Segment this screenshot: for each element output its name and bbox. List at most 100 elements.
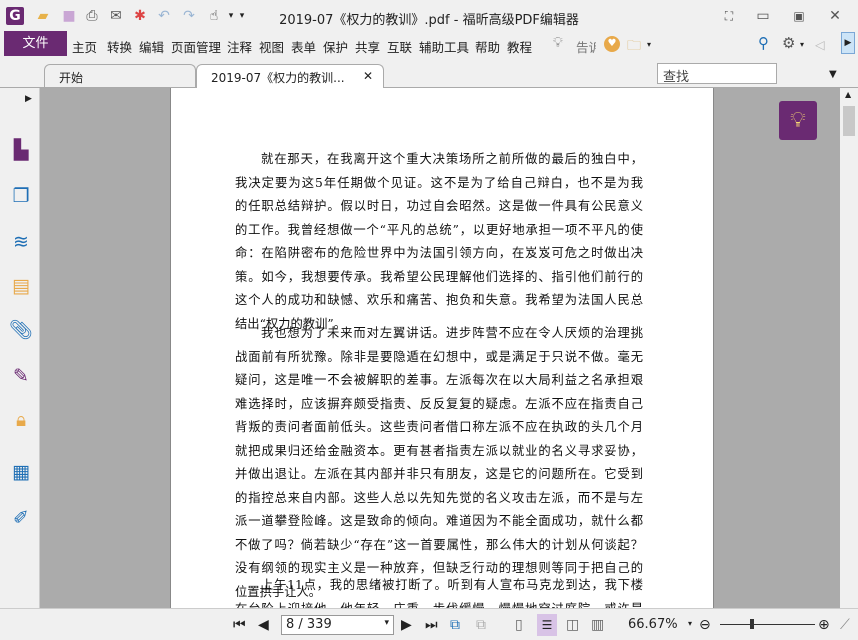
previous-view-icon[interactable]: ⧉ <box>450 617 460 633</box>
text-line: 不做了吗？倘若缺少“存在”这一首要属性，那么伟大的计划从何谈起？ <box>235 537 643 552</box>
email-icon[interactable]: ✉ <box>107 7 125 25</box>
save-icon[interactable]: ■ <box>60 7 78 25</box>
folder-search-icon[interactable]: 🗀︎ <box>627 35 641 59</box>
page-number-input[interactable]: 8 / 339 ▾ <box>281 615 394 635</box>
text-line: 我决定要为这5年任期做个见证。这不是为了给自己辩白，也不是为我 <box>235 175 643 190</box>
zoom-out-icon[interactable]: ⊖ <box>699 617 711 633</box>
text-line: 在台阶上迎接他。他年轻、庄重，步伐缓慢，慢慢地穿过庭院，或许是 <box>235 598 643 609</box>
settings-dropdown-icon[interactable]: ▾ <box>800 40 804 49</box>
tell-me-label[interactable]: 告诉 <box>576 37 596 56</box>
tab-document[interactable]: 2019-07《权力的教训... ✕ <box>196 64 384 89</box>
vertical-scrollbar[interactable]: ▲ <box>840 88 858 608</box>
menu-help[interactable]: 帮助 <box>475 37 500 56</box>
customize-quick-access-icon[interactable]: ▾ <box>233 7 251 25</box>
content-icon[interactable]: ▦ <box>9 460 33 484</box>
text-line: 策。如今，我想要传承。我希望公民理解他们选择的、指引他们前行的 <box>235 269 643 284</box>
security-lock-icon[interactable]: 🔒︎ <box>9 408 33 432</box>
title-bar: G ▰ ■ ⎙ ✉ ✱ ↶ ↷ ☝ ▾ ▾ 2019-07《权力的教训》.pdf… <box>0 0 858 31</box>
menu-form[interactable]: 表单 <box>291 37 316 56</box>
zoom-level[interactable]: 66.67% <box>628 617 678 632</box>
restore-button[interactable]: ▣ <box>790 7 808 25</box>
text-line: 疑问，这是唯一不会被解职的差事。左派每次在以大局利益之名承担艰 <box>235 373 643 387</box>
scroll-right-button[interactable]: ▶ <box>841 32 855 54</box>
file-menu[interactable]: 文件 <box>4 31 67 56</box>
last-page-icon[interactable]: ⏭ <box>425 617 438 633</box>
resize-grip-icon: ⟋ <box>840 617 850 633</box>
minimize-button[interactable]: ▭ <box>754 7 772 25</box>
scrollbar-thumb[interactable] <box>843 106 855 136</box>
tab-list-dropdown-icon[interactable]: ▼ <box>829 69 837 80</box>
app-logo-icon[interactable]: G <box>6 7 24 25</box>
pdf-page: 就在那天，在我离开这个重大决策场所之前所做的最后的独白中， 我决定要为这5年任期做… <box>170 88 714 608</box>
continuous-page-icon[interactable]: ☰ <box>537 614 557 636</box>
undo-icon[interactable]: ↶ <box>155 7 173 25</box>
text-line: 就在那天，在我离开这个重大决策场所之前所做的最后的独白中， <box>261 152 643 166</box>
text-line: 的指控总来自内部。这些人总以先知先觉的名义攻击左派，而不是与左 <box>235 490 643 505</box>
signature-icon[interactable]: ✎ <box>9 364 33 388</box>
next-page-icon[interactable]: ▶ <box>401 617 412 633</box>
folder-search-dropdown-icon[interactable]: ▾ <box>647 40 651 49</box>
navigation-panel: ▶ ▙ ❐ ≋ ▤ 📎︎ ✎ 🔒︎ ▦ ✐ <box>0 88 40 608</box>
menu-protect[interactable]: 保护 <box>323 37 348 56</box>
text-line: 背叛的责问者面前低头。这些责问者借口称左派不应在执政的头几个月 <box>235 420 643 434</box>
close-button[interactable]: ✕ <box>826 7 844 25</box>
text-line: 难选择时，应该摒弃颇受指责、反反复复的疑虑。左派不应在指责自己 <box>235 396 643 411</box>
zoom-slider-handle[interactable] <box>750 619 754 629</box>
continuous-facing-icon[interactable]: ▥ <box>591 617 604 633</box>
page-number: 8 / 339 <box>286 617 332 632</box>
zoom-slider[interactable] <box>720 624 815 625</box>
fullscreen-icon[interactable]: ⛶ <box>720 7 738 25</box>
bookmark-icon[interactable]: ▙ <box>9 138 33 162</box>
certificate-icon[interactable]: ✐ <box>9 506 33 530</box>
redo-icon[interactable]: ↷ <box>180 7 198 25</box>
page-thumbnails-icon[interactable]: ❐ <box>9 184 33 208</box>
facing-pages-icon[interactable]: ◫ <box>566 617 579 633</box>
menu-share[interactable]: 共享 <box>355 37 380 56</box>
text-line: 这个人的成功和缺憾、欢乐和痛苦、抱负和失意。我希望为法国人民总 <box>235 293 643 307</box>
menu-view[interactable]: 视图 <box>259 37 284 56</box>
document-viewer[interactable]: 就在那天，在我离开这个重大决策场所之前所做的最后的独白中， 我决定要为这5年任期做… <box>40 88 840 608</box>
close-tab-icon[interactable]: ✕ <box>363 69 373 83</box>
heart-icon[interactable]: ♥ <box>604 36 620 52</box>
gear-icon[interactable]: ⚙ <box>782 34 795 52</box>
text-line: 的工作。我曾经想做一个“平凡的总统”，以更好地承担一项不平凡的使 <box>235 222 643 237</box>
menu-accessibility[interactable]: 辅助工具 <box>419 37 469 56</box>
menu-connect[interactable]: 互联 <box>387 37 412 56</box>
paragraph-1: 就在那天，在我离开这个重大决策场所之前所做的最后的独白中， 我决定要为这5年任期做… <box>235 148 643 336</box>
menu-comment[interactable]: 注释 <box>227 37 252 56</box>
text-line: 派一道攀登险峰。这是致命的倾向。难道因为不能全面成功，就什么都 <box>235 514 643 528</box>
menu-convert[interactable]: 转换 <box>107 37 132 56</box>
next-view-icon[interactable]: ⧉ <box>476 617 486 633</box>
expand-panel-icon[interactable]: ▶ <box>25 94 32 104</box>
single-page-icon[interactable]: ▯ <box>515 617 523 633</box>
open-folder-icon[interactable]: ▰ <box>34 7 52 25</box>
text-line: 我也想为了未来而对左翼讲话。进步阵营不应在令人厌烦的治理挑 <box>261 326 643 340</box>
new-document-icon[interactable]: ✱ <box>131 7 149 25</box>
text-line: 并做出退让。左派在其内部并非只有朋友，这是它的问题所在。它受到 <box>235 467 643 481</box>
print-icon[interactable]: ⎙ <box>83 7 101 25</box>
text-line: 战面前有所犹豫。除非是要隐遁在幻想中，或是满足于只说不做。毫无 <box>235 349 643 364</box>
zoom-in-icon[interactable]: ⊕ <box>818 617 830 633</box>
tab-label: 开始 <box>59 71 84 85</box>
attachment-icon[interactable]: 📎︎ <box>9 318 33 342</box>
menu-tutorial[interactable]: 教程 <box>507 37 532 56</box>
tips-lightbulb-button[interactable]: 💡︎ <box>779 101 817 140</box>
comments-icon[interactable]: ▤ <box>9 274 33 298</box>
text-line: 命：在陷阱密布的危险世界中为法国引领方向，在岌岌可危之时做出决 <box>235 246 643 260</box>
menu-edit[interactable]: 编辑 <box>139 37 164 56</box>
lightbulb-icon: 💡︎ <box>553 35 563 51</box>
layers-icon[interactable]: ≋ <box>9 230 33 254</box>
menu-home[interactable]: 主页 <box>72 37 97 56</box>
scroll-up-icon[interactable]: ▲ <box>845 90 851 99</box>
paragraph-2: 我也想为了未来而对左翼讲话。进步阵营不应在令人厌烦的治理挑战面前有所犹豫。除非是… <box>235 322 643 604</box>
zoom-dropdown-icon[interactable]: ▾ <box>688 619 692 628</box>
ribbon-menu: 文件 主页 转换 编辑 页面管理 注释 视图 表单 保护 共享 互联 辅助工具 … <box>0 31 858 85</box>
first-page-icon[interactable]: ⏮ <box>233 617 246 633</box>
hand-tool-icon[interactable]: ☝ <box>205 7 223 25</box>
previous-page-icon[interactable]: ◀ <box>258 617 269 633</box>
text-line: 就把成果归还给金融资本。更有甚者指责左派以就业的名义寻求妥协， <box>235 443 643 458</box>
search-icon[interactable]: ⚲ <box>758 34 769 52</box>
menu-page-management[interactable]: 页面管理 <box>171 37 221 56</box>
tab-start[interactable]: 开始 <box>44 64 196 88</box>
scroll-left-icon[interactable]: ◁ <box>815 37 825 52</box>
